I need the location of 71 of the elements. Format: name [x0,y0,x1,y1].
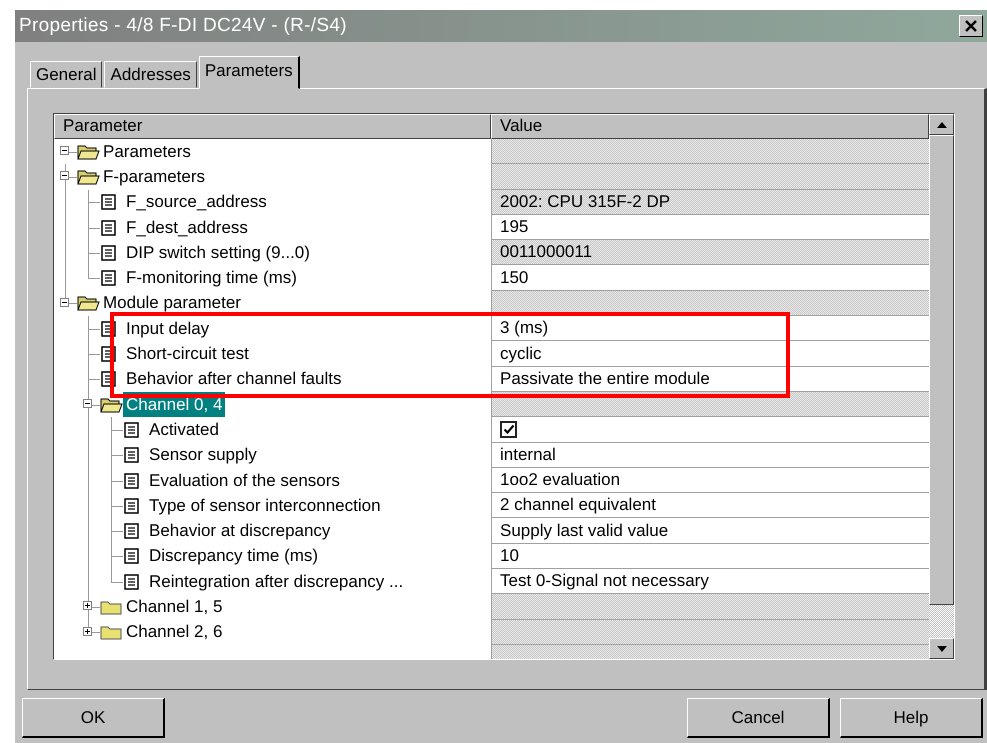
value-cell[interactable]: 2002: CPU 315F-2 DP [491,190,929,215]
document-icon [123,472,141,490]
parameter-name[interactable]: DIP switch setting (9...0) [123,240,313,266]
column-header[interactable]: Parameter [54,114,491,139]
folder-icon [100,624,123,640]
down-arrow-icon [936,646,946,652]
value-cell[interactable]: 195 [491,214,929,240]
collapse-icon[interactable] [83,398,92,408]
parameter-name[interactable]: Activated [146,417,222,443]
tree-folder-label[interactable]: Parameters [100,139,194,164]
tab[interactable]: Addresses [104,61,197,88]
open-folder-icon [77,295,100,312]
parameter-name[interactable]: Sensor supply [146,442,260,468]
window-title: Properties - 4/8 F-DI DC24V - (R-/S4) [19,15,348,37]
column-header[interactable]: Value [491,114,929,139]
value-cell[interactable]: 3 (ms) [491,316,929,342]
document-icon [123,572,141,591]
value-cell[interactable]: 2 channel equivalent [491,493,929,518]
scroll-up-button[interactable] [929,114,954,135]
ok-button[interactable]: OK [22,698,165,738]
expand-icon[interactable] [83,601,92,610]
parameter-name[interactable]: Short-circuit test [123,341,252,367]
open-folder-icon [77,168,100,185]
parameter-name[interactable]: Discrepancy time (ms) [146,544,322,570]
document-icon [123,547,141,566]
document-icon [123,446,141,464]
parameter-name[interactable]: Input delay [123,316,212,342]
parameter-name[interactable]: Behavior at discrepancy [146,518,334,544]
tree-folder-label[interactable]: Channel 1, 5 [123,594,226,620]
help-button[interactable]: Help [840,698,983,738]
value-cell[interactable]: cyclic [491,341,929,367]
document-icon [100,218,118,237]
tab[interactable]: Parameters [198,56,300,89]
tree-folder-label[interactable]: Channel 2, 6 [123,620,226,645]
collapse-icon[interactable] [60,146,69,155]
value-cell[interactable]: 0011000011 [491,240,929,266]
close-icon [965,20,977,32]
parameter-name[interactable]: Behavior after channel faults [123,366,344,392]
value-cell[interactable]: 1oo2 evaluation [491,468,929,494]
document-icon [123,420,141,439]
parameter-name[interactable]: F_source_address [123,190,270,215]
tab[interactable]: General [30,61,102,88]
open-folder-icon [77,144,100,160]
close-button[interactable] [959,15,983,37]
collapse-icon[interactable] [60,298,69,307]
scroll-down-button[interactable] [929,638,954,659]
value-cell[interactable]: internal [491,442,929,468]
expand-icon[interactable] [83,626,92,636]
parameter-name[interactable]: F_dest_address [123,214,251,240]
value-cell[interactable]: Test 0-Signal not necessary [491,569,929,594]
parameter-name[interactable]: Reintegration after discrepancy ... [146,569,406,594]
folder-icon [100,598,123,615]
tree-folder-label[interactable]: Module parameter [100,290,244,316]
tree-folder-label[interactable]: F-parameters [100,164,208,190]
document-icon [100,269,118,288]
cancel-button[interactable]: Cancel [687,698,830,738]
up-arrow-icon [936,122,946,128]
open-folder-icon [100,396,123,413]
parameter-name[interactable]: F-monitoring time (ms) [123,265,300,291]
checkbox[interactable] [500,420,517,438]
value-cell[interactable]: 150 [491,265,929,291]
document-icon [100,244,118,262]
document-icon [100,193,118,212]
document-icon [123,522,141,540]
value-cell[interactable]: Passivate the entire module [491,366,929,392]
value-cell[interactable]: Supply last valid value [491,518,929,544]
parameter-name[interactable]: Type of sensor interconnection [146,493,384,518]
collapse-icon[interactable] [60,171,69,180]
value-cell[interactable]: 10 [491,544,929,570]
parameter-name[interactable]: Evaluation of the sensors [146,468,343,494]
document-icon [123,496,141,515]
